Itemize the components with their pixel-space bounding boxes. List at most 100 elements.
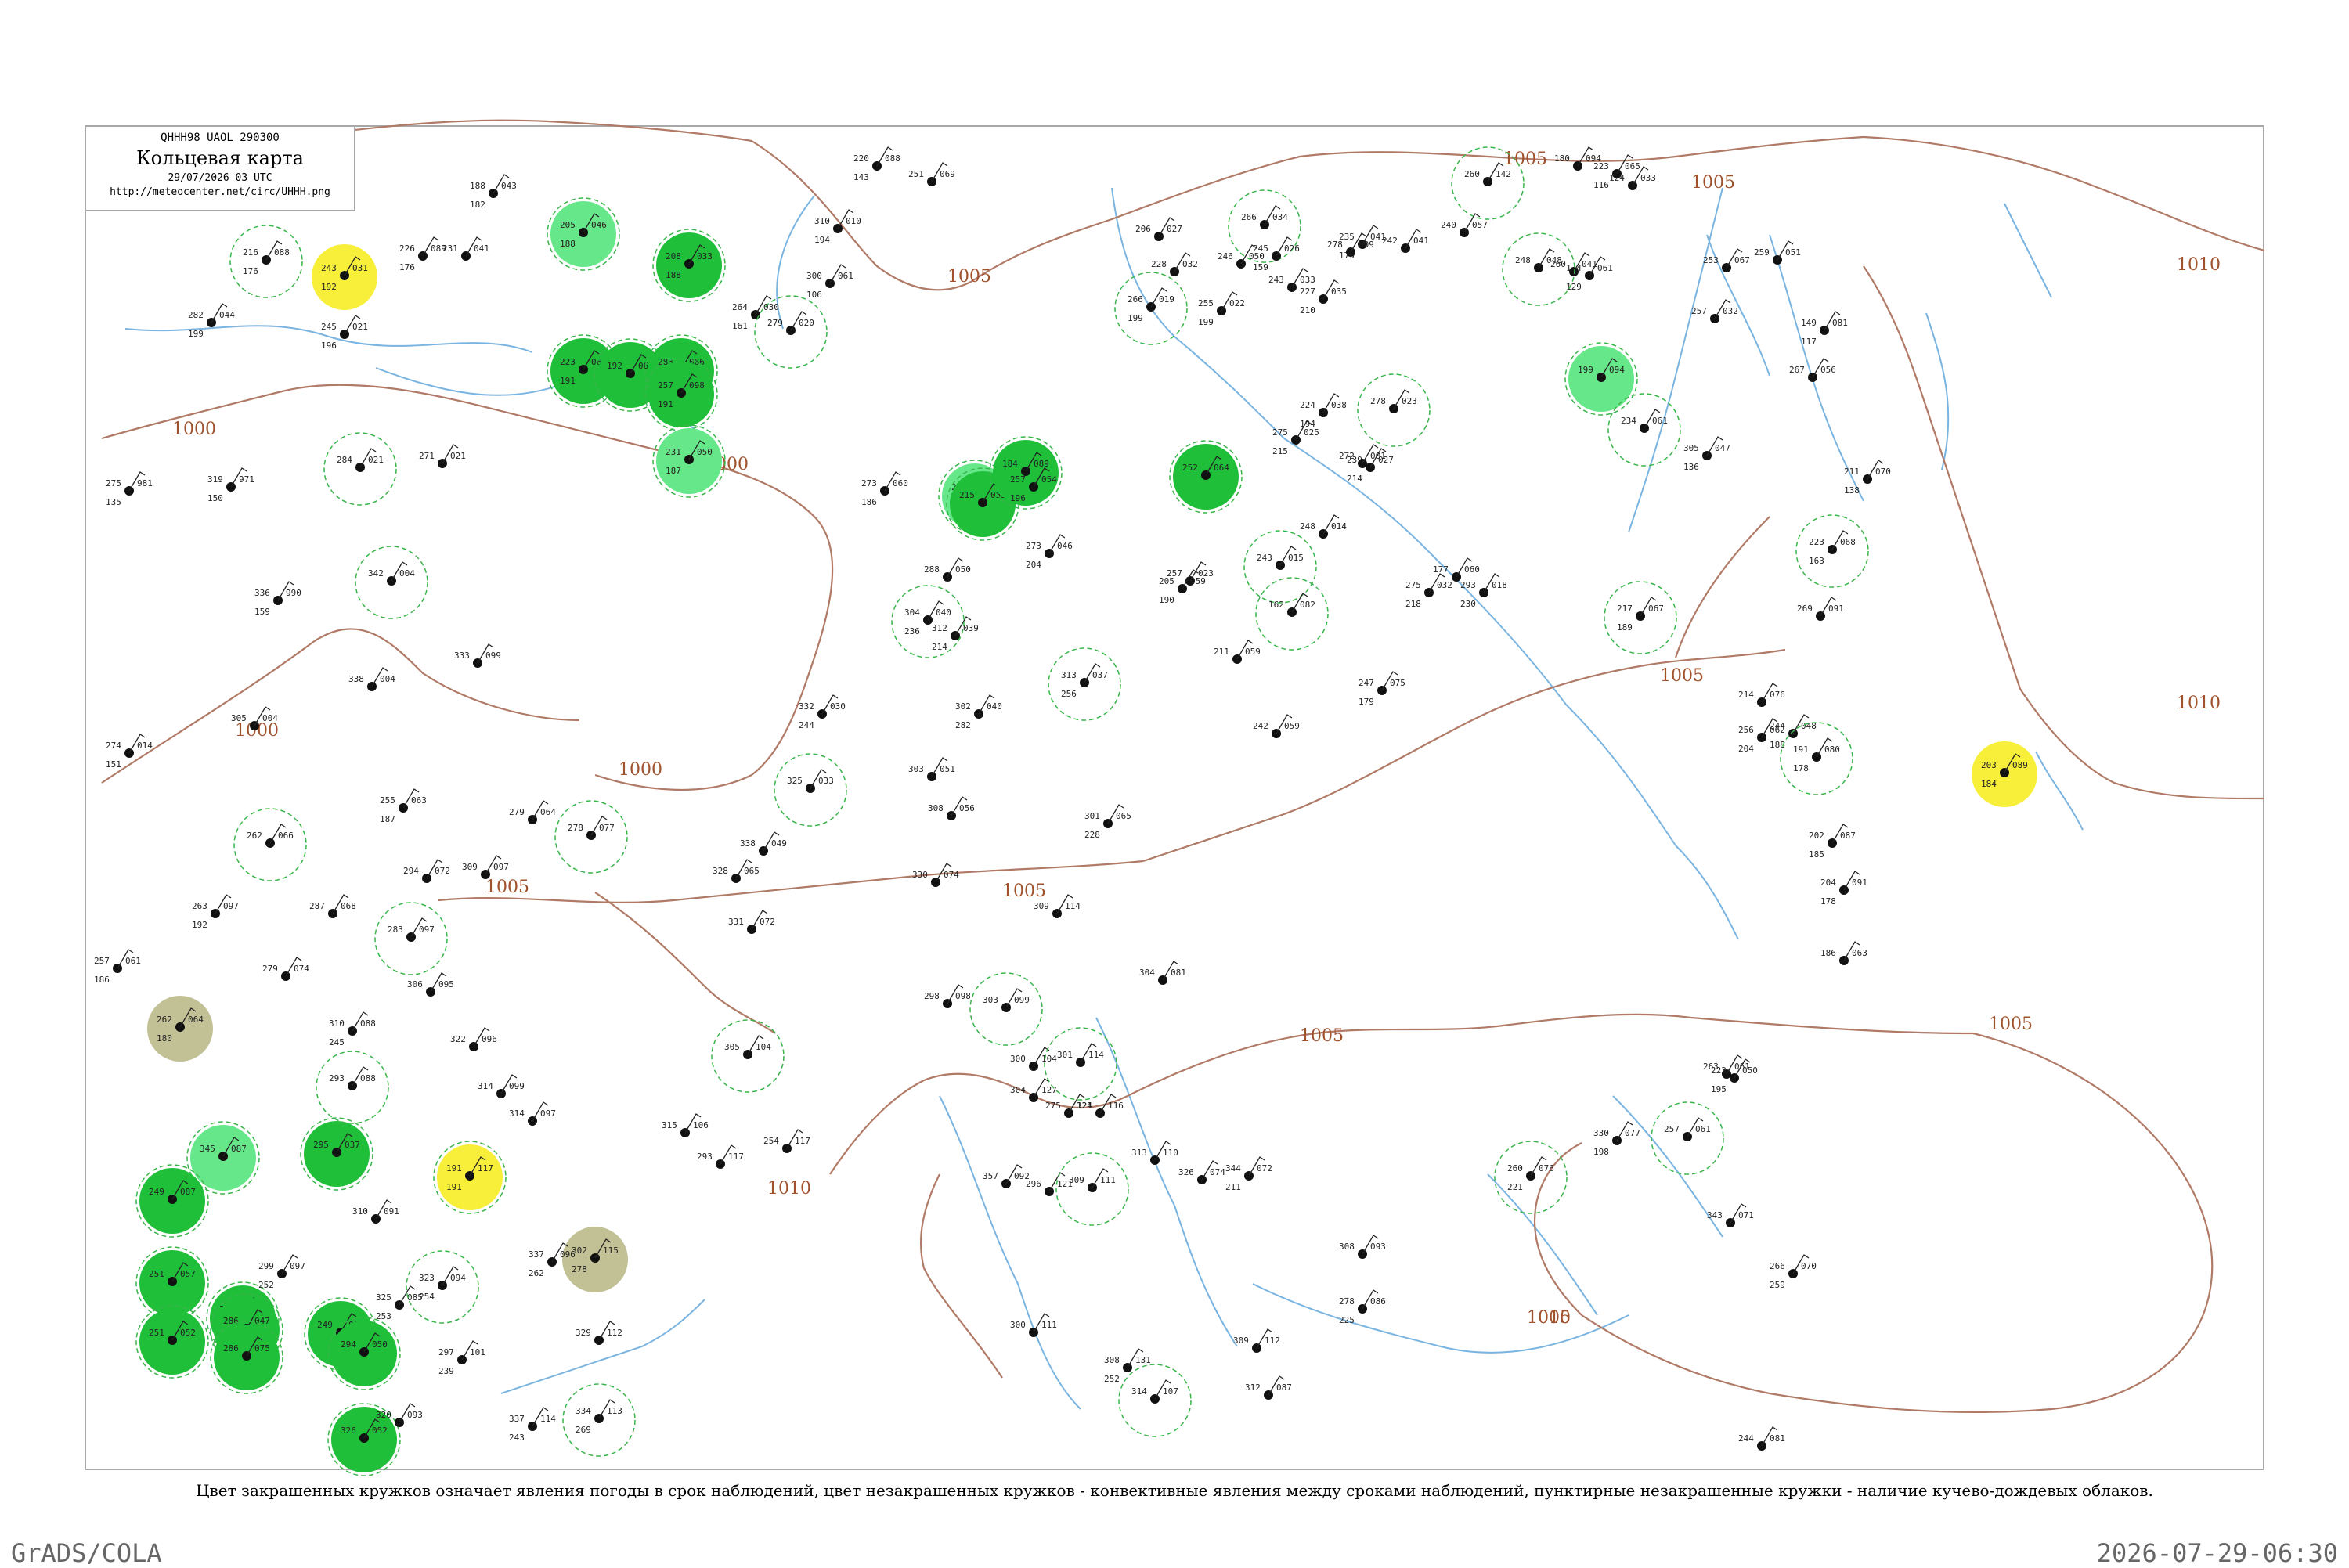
station-plot[interactable]: 302 040 282 [955,694,1002,730]
station-plot[interactable]: 267 056 [1789,358,1836,382]
station-plot[interactable]: 247 075 179 [1359,671,1405,707]
station-plot[interactable]: 328 065 [713,859,760,883]
station-plot[interactable]: 266 019 199 [1114,272,1188,345]
station-plot[interactable]: 248 048 [1502,232,1575,306]
station-plot[interactable]: 334 113 269 [562,1383,636,1457]
station-plot[interactable]: 288 050 [924,557,971,582]
station-plot[interactable]: 303 051 [908,757,955,781]
station-plot[interactable]: 330 077 198 [1593,1121,1640,1157]
station-plot[interactable]: 275 981 135 [106,471,153,507]
station-plot[interactable]: 305 104 [711,1019,785,1093]
station-plot[interactable]: 257 061 [1651,1101,1724,1175]
station-plot[interactable]: 284 021 [323,432,397,506]
station-plot[interactable]: 278 023 [1357,373,1431,447]
station-plot[interactable]: 314 099 [478,1074,525,1098]
station-plot[interactable]: 254 117 [763,1129,810,1153]
station-plot[interactable]: 202 087 185 [1809,824,1856,860]
station-plot[interactable]: 309 111 [1055,1152,1129,1226]
station-plot[interactable]: 199 094 [1564,342,1638,416]
station-plot[interactable]: 287 068 [309,894,356,918]
station-plot[interactable]: 242 041 [1382,229,1429,253]
station-plot[interactable]: 223 068 163 [1795,514,1869,588]
station-plot[interactable]: 262 066 [233,808,307,881]
station-plot[interactable]: 217 067 189 [1604,581,1677,654]
station-plot[interactable]: 278 077 [554,800,628,874]
station-plot[interactable]: 314 107 [1118,1364,1192,1437]
station-plot[interactable]: 188 043 182 [470,174,517,210]
station-plot[interactable]: 231 050 187 [652,424,726,498]
station-plot[interactable]: 308 056 [928,796,975,820]
station-plot[interactable]: 262 064 180 [147,996,213,1062]
station-plot[interactable]: 191 080 178 [1780,722,1853,795]
station-plot[interactable]: 234 061 [1607,393,1681,467]
station-plot[interactable]: 257 061 186 [94,949,141,985]
station-plot[interactable]: 295 037 [300,1117,373,1191]
station-plot[interactable]: 242 059 [1253,714,1300,738]
station-plot[interactable]: 337 114 243 [509,1407,556,1443]
station-plot[interactable]: 263 097 192 [192,894,239,930]
station-plot[interactable]: 300 061 106 [806,264,853,300]
station-plot[interactable]: 259 051 [1754,240,1801,265]
station-plot[interactable]: 279 064 [509,800,556,824]
station-plot[interactable]: 313 110 [1131,1141,1178,1165]
station-plot[interactable]: 224 038194 [1300,393,1347,429]
station-plot[interactable]: 293 088 [316,1051,389,1124]
station-plot[interactable]: 251 052 [135,1305,209,1379]
station-plot[interactable]: 243 031 192 [312,244,377,310]
station-plot[interactable]: 255 063 187 [380,788,427,824]
station-plot[interactable]: 220 088 143 [853,146,900,182]
station-plot[interactable]: 243 015 [1243,530,1317,604]
station-plot[interactable]: 283 097 [374,902,448,975]
station-plot[interactable]: 260 076 221 [1494,1141,1568,1214]
station-plot[interactable]: 323 094 254 [406,1250,479,1324]
station-plot[interactable]: 162 082 [1255,577,1329,651]
synoptic-map[interactable]: 10051005100510051005 10051005100510051010… [0,0,2349,1566]
station-plot[interactable]: 149 081 117 [1801,311,1848,347]
station-plot[interactable]: 301 065 228 [1084,804,1131,840]
station-plot[interactable]: 357 092 [983,1164,1030,1188]
station-plot[interactable]: 279 074 [262,957,309,981]
station-plot[interactable]: 296 121 [1026,1172,1073,1196]
station-plot[interactable]: 332 030 244 [799,694,846,730]
station-plot[interactable]: 251 057 [135,1246,209,1320]
station-plot[interactable]: 191 117 191 [433,1141,507,1214]
station-plot[interactable]: 240 057 [1441,213,1488,237]
station-plot[interactable]: 300 104 [1010,1047,1057,1071]
station-plot[interactable]: 216 088 176 [229,225,303,298]
station-plot[interactable]: 279 020 [754,295,828,369]
station-plot[interactable]: 344 072 211 [1225,1156,1272,1192]
station-plot[interactable]: 271 021 [419,444,466,468]
station-plot[interactable]: 206 027 [1135,217,1182,241]
station-plot[interactable]: 322 096 [450,1027,497,1051]
station-plot[interactable]: 245 021 196 [321,315,368,351]
station-plot[interactable]: 248 014 [1300,514,1347,539]
station-plot[interactable]: 257 032 [1691,299,1738,323]
station-plot[interactable]: 313 037 256 [1048,647,1121,721]
station-plot[interactable]: 294 050 [327,1317,401,1390]
station-plot[interactable]: 300 111 [1010,1313,1057,1337]
station-plot[interactable]: 306 095 [407,972,454,997]
station-plot[interactable]: 260 142 [1451,146,1525,220]
station-plot[interactable]: 336 990 159 [254,581,301,617]
station-plot[interactable]: 312 039 214 [932,616,979,652]
station-plot[interactable]: 249 087 [135,1164,209,1238]
station-plot[interactable]: 244 081 [1738,1426,1785,1451]
station-plot[interactable]: 315 106 [662,1113,709,1137]
station-plot[interactable]: 303 099 [969,972,1043,1046]
station-plot[interactable]: 333 099 [454,643,501,668]
station-plot[interactable]: 297 101 239 [438,1340,485,1376]
station-plot[interactable]: 273 046 204 [1026,534,1073,570]
station-plot[interactable]: 325 033 [774,753,847,827]
station-plot[interactable]: 302 115278 [562,1227,628,1292]
station-plot[interactable]: 309 112 [1233,1328,1280,1353]
station-plot[interactable]: 251 069 [908,162,955,186]
station-plot[interactable]: 269 091 [1797,597,1844,621]
station-plot[interactable]: 326 074 [1178,1160,1225,1184]
station-plot[interactable]: 299 097 252 [258,1254,305,1290]
station-plot[interactable]: 275 032 218 [1405,573,1452,609]
station-plot[interactable]: 257 098 191 [644,358,718,431]
station-plot[interactable]: 304 081 [1139,961,1186,985]
station-plot[interactable]: 214 076 [1738,683,1785,707]
station-plot[interactable]: 312 087 [1245,1375,1292,1400]
station-plot[interactable]: 204 091 178 [1820,871,1867,907]
